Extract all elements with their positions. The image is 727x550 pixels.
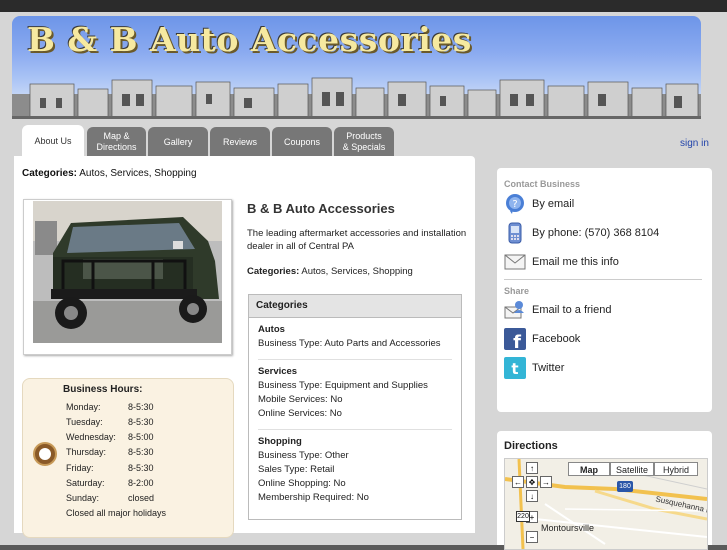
hours-note: Closed all major holidays <box>66 508 167 518</box>
facebook-icon: f <box>504 328 526 350</box>
category-title: Autos <box>258 324 285 335</box>
directions-title: Directions <box>504 440 558 452</box>
category-line: Online Shopping: No <box>258 478 346 489</box>
contact-by-email[interactable]: ? By email <box>504 192 574 216</box>
categories-detail: Categories: Autos, Services, Shopping <box>247 266 413 277</box>
directions-map[interactable]: ↑ ← ✥ → ↓ + − Map Satellite Hybrid 180 2… <box>504 458 708 550</box>
divider <box>504 279 702 280</box>
categories-summary: Categories: Autos, Services, Shopping <box>22 168 197 179</box>
site-title: B & B Auto Accessories <box>27 20 472 59</box>
route-shield-180: 180 <box>617 481 633 492</box>
hours-row: Wednesday: 8-5:00 <box>66 432 154 442</box>
pan-down-button[interactable]: ↓ <box>526 490 538 502</box>
map-view-button[interactable]: Map <box>568 462 610 476</box>
envelope-icon <box>504 251 526 273</box>
hours-row: Monday: 8-5:30 <box>66 402 154 412</box>
pan-right-button[interactable]: → <box>540 476 552 488</box>
svg-text:f: f <box>513 332 521 350</box>
town-illustration <box>12 77 701 119</box>
satellite-view-button[interactable]: Satellite <box>610 462 654 476</box>
business-description: The leading aftermarket accessories and … <box>247 228 467 252</box>
contact-label: Contact Business <box>504 179 581 189</box>
category-line: Business Type: Other <box>258 450 349 461</box>
pan-up-button[interactable]: ↑ <box>526 462 538 474</box>
directions-panel: Directions ↑ ← ✥ → ↓ + − Map Satellite H… <box>497 431 712 550</box>
hours-row: Saturday: 8-2:00 <box>66 478 154 488</box>
business-hours: Business Hours: Monday: 8-5:30 Tuesday: 8-… <box>22 378 234 538</box>
hours-title: Business Hours: <box>63 384 143 395</box>
contact-by-phone[interactable]: By phone: (570) 368 8104 <box>504 221 659 245</box>
category-line: Online Services: No <box>258 408 342 419</box>
route-shield-220: 220 <box>516 511 530 522</box>
category-title: Services <box>258 366 298 377</box>
tab-reviews[interactable]: Reviews <box>210 127 270 157</box>
clock-icon <box>33 442 57 466</box>
pan-center-button[interactable]: ✥ <box>526 476 538 488</box>
hours-row: Sunday: closed <box>66 493 155 503</box>
business-name: B & B Auto Accessories <box>247 201 395 216</box>
top-bar <box>0 0 727 12</box>
town-label: Montoursville <box>541 523 595 533</box>
tab-gallery[interactable]: Gallery <box>148 127 208 157</box>
hybrid-view-button[interactable]: Hybrid <box>654 462 698 476</box>
categories-box: Categories Autos Business Type: Auto Par… <box>248 294 462 520</box>
email-friend-icon <box>504 299 526 321</box>
categories-box-title: Categories <box>249 295 461 318</box>
contact-panel: Contact Business ? By email By phone: (5… <box>497 168 712 412</box>
share-facebook[interactable]: f Facebook <box>504 327 580 351</box>
email-me-info[interactable]: Email me this info <box>504 250 619 274</box>
zoom-out-button[interactable]: − <box>526 531 538 543</box>
sign-in-link[interactable]: sign in <box>680 138 709 149</box>
truck-photo <box>33 201 222 343</box>
pan-left-button[interactable]: ← <box>512 476 524 488</box>
svg-text:?: ? <box>512 199 517 210</box>
tab-coupons[interactable]: Coupons <box>272 127 332 157</box>
category-line: Membership Required: No <box>258 492 369 503</box>
hours-row: Thursday: 8-5:30 <box>66 447 154 457</box>
tab-products-specials[interactable]: Products & Specials <box>334 127 394 157</box>
share-email-friend[interactable]: Email to a friend <box>504 298 611 322</box>
tab-map-directions-label: Map & Directions <box>96 131 137 152</box>
main-content: Categories: Autos, Services, Shopping B … <box>14 156 475 538</box>
category-shopping: Shopping Business Type: Other Sales Type… <box>249 430 461 509</box>
tab-about-us[interactable]: About Us <box>22 125 84 158</box>
header-banner[interactable]: B & B Auto Accessories <box>12 16 701 119</box>
category-title: Shopping <box>258 436 302 447</box>
svg-text:t: t <box>511 360 518 378</box>
category-line: Business Type: Equipment and Supplies <box>258 380 428 391</box>
tab-map-directions[interactable]: Map & Directions <box>87 127 146 157</box>
category-line: Business Type: Auto Parts and Accessorie… <box>258 338 441 349</box>
share-label: Share <box>504 286 530 296</box>
category-line: Mobile Services: No <box>258 394 343 405</box>
category-services: Services Business Type: Equipment and Su… <box>249 360 461 425</box>
hours-row: Friday: 8-5:30 <box>66 463 154 473</box>
share-twitter[interactable]: t Twitter <box>504 356 564 380</box>
email-bubble-icon: ? <box>504 193 526 215</box>
tab-products-label: Products & Specials <box>342 131 386 152</box>
phone-icon <box>504 222 526 244</box>
twitter-icon: t <box>504 357 526 379</box>
category-line: Sales Type: Retail <box>258 464 335 475</box>
hours-row: Tuesday: 8-5:30 <box>66 417 154 427</box>
category-autos: Autos Business Type: Auto Parts and Acce… <box>249 318 461 355</box>
business-photo[interactable] <box>23 199 232 355</box>
